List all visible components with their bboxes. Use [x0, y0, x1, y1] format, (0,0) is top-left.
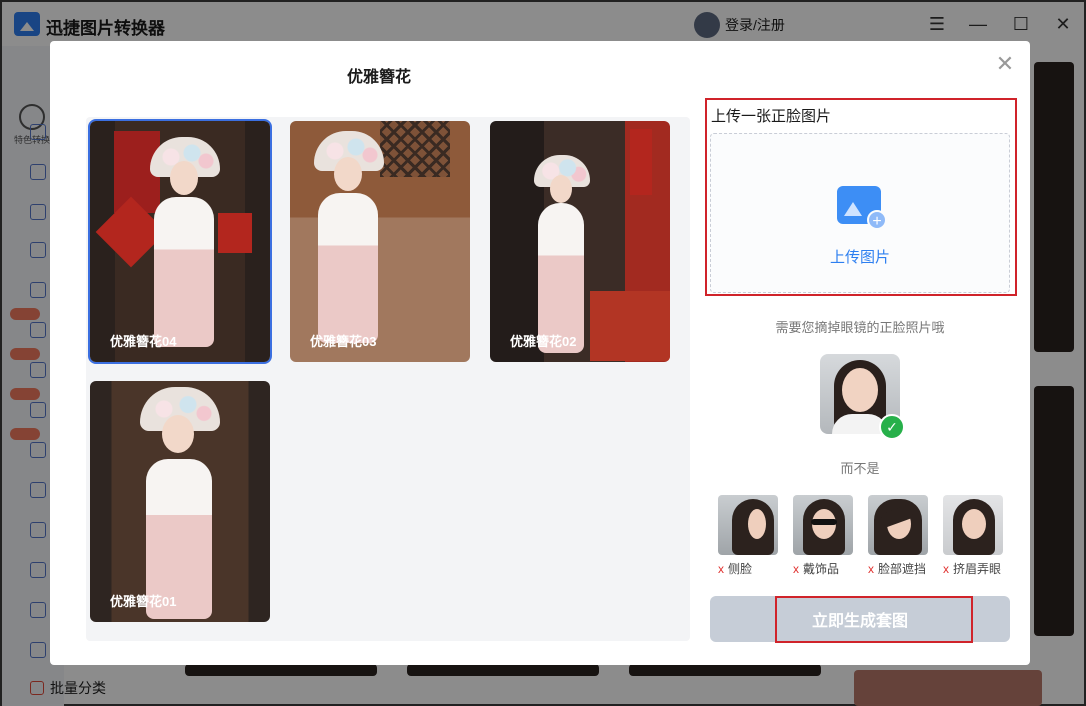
bad-example-label: 挤眉弄眼	[953, 562, 1002, 576]
template-photo	[490, 121, 670, 362]
bad-example: x 戴饰品	[793, 495, 855, 577]
bad-example-caption: x 脸部遮挡	[868, 560, 930, 577]
photo-decor	[162, 415, 194, 453]
x-icon: x	[793, 562, 799, 576]
upload-dropzone[interactable]: + 上传图片	[710, 133, 1010, 293]
bad-example: x 侧脸	[718, 495, 780, 577]
check-icon: ✓	[879, 414, 905, 440]
template-photo	[90, 381, 270, 622]
photo-decor	[154, 197, 214, 347]
image-upload-icon: +	[837, 186, 887, 230]
photo-decor	[218, 213, 252, 253]
x-icon: x	[868, 562, 874, 576]
upload-button-label[interactable]: 上传图片	[711, 246, 1009, 267]
template-gallery: 优雅簪花04 优雅簪花03 优雅簪花02 优雅簪花01	[86, 117, 690, 641]
modal-title: 优雅簪花	[347, 69, 412, 86]
bad-example-photo	[943, 495, 1003, 555]
photo-decor	[748, 509, 766, 539]
bad-example-label: 脸部遮挡	[878, 562, 927, 576]
photo-decor	[962, 509, 986, 539]
template-card[interactable]: 优雅簪花02	[490, 121, 670, 362]
photo-decor	[170, 161, 198, 195]
template-card[interactable]: 优雅簪花03	[290, 121, 470, 362]
bad-example-photo	[868, 495, 928, 555]
bad-example-photo	[793, 495, 853, 555]
upload-heading: 上传一张正脸图片	[711, 108, 832, 125]
photo-decor	[590, 291, 670, 361]
x-icon: x	[718, 562, 724, 576]
bad-example: x 脸部遮挡	[868, 495, 930, 577]
photo-decor	[550, 175, 572, 203]
bad-example-label: 戴饰品	[803, 562, 840, 576]
template-photo	[90, 121, 270, 362]
template-card-label: 优雅簪花03	[310, 334, 377, 349]
photo-decor	[334, 157, 362, 191]
x-icon: x	[943, 562, 949, 576]
template-card[interactable]: 优雅簪花01	[90, 381, 270, 622]
bad-example-caption: x 侧脸	[718, 560, 780, 577]
generate-button[interactable]: 立即生成套图	[710, 596, 1010, 642]
bad-example: x 挤眉弄眼	[943, 495, 1005, 577]
close-icon[interactable]: ✕	[994, 53, 1016, 75]
plus-icon: +	[867, 210, 887, 230]
photo-decor	[318, 193, 378, 343]
template-card-label: 优雅簪花02	[510, 334, 577, 349]
template-card[interactable]: 优雅簪花04	[88, 119, 272, 364]
photo-decor	[380, 121, 450, 177]
sunglasses-icon	[811, 519, 837, 525]
bad-example-caption: x 挤眉弄眼	[943, 560, 1005, 577]
photo-decor	[842, 368, 878, 412]
photo-hint: 需要您摘掉眼镜的正脸照片哦	[775, 320, 945, 335]
photo-decor	[630, 129, 652, 195]
bad-example-photo	[718, 495, 778, 555]
bad-example-caption: x 戴饰品	[793, 560, 855, 577]
template-card-label: 优雅簪花01	[110, 594, 177, 609]
template-photo	[290, 121, 470, 362]
template-card-label: 优雅簪花04	[110, 334, 177, 349]
bad-example-label: 侧脸	[728, 562, 753, 576]
not-label: 而不是	[840, 461, 880, 476]
